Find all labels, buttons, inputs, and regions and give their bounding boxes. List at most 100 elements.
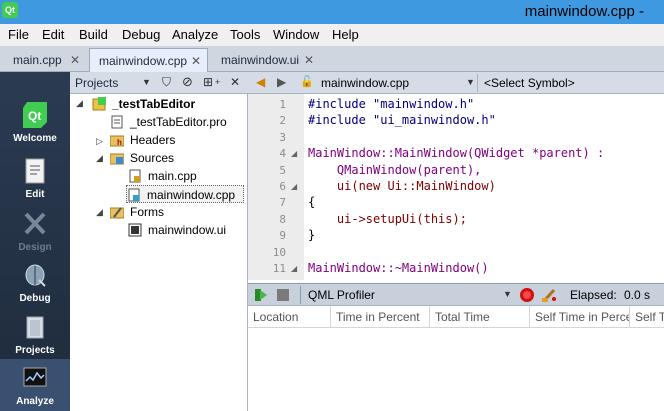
tab-mainwindow-cpp[interactable]: mainwindow.cpp ✕ (89, 48, 208, 72)
mode-analyze[interactable]: Analyze (0, 359, 70, 411)
mode-projects[interactable]: Projects (0, 308, 70, 360)
forward-arrow-icon[interactable]: ▶ (277, 75, 286, 89)
lock-icon: 🔓 (300, 76, 314, 88)
expand-arrow-icon[interactable]: ◢ (96, 153, 103, 164)
design-tools-icon (24, 212, 46, 235)
profiler-table-header: Location Time in Percent Total Time Self… (248, 306, 664, 328)
chevron-down-icon[interactable]: ▼ (466, 77, 475, 87)
tree-item-main-cpp[interactable]: main.cpp (128, 167, 243, 185)
line-number: 5 (279, 163, 286, 177)
tree-label: Sources (130, 151, 175, 165)
column-header-self-time[interactable]: Self T (630, 306, 664, 328)
tree-label: Headers (130, 133, 176, 147)
project-icon (92, 97, 106, 111)
line-number: 6 (279, 180, 286, 193)
back-arrow-icon[interactable]: ◀ (256, 75, 265, 89)
menu-help[interactable]: Help (332, 27, 359, 42)
tree-label: _testTabEditor (112, 97, 196, 111)
code-line: ui(new Ui::MainWindow) (308, 179, 496, 193)
mode-label: Analyze (16, 396, 54, 407)
column-header-total-time[interactable]: Total Time (430, 306, 530, 328)
clear-icon[interactable] (541, 287, 557, 303)
split-icon[interactable]: ⊞ (203, 75, 213, 89)
column-header-location[interactable]: Location (248, 306, 331, 328)
expand-arrow-icon[interactable]: ◢ (96, 207, 103, 218)
tree-label: Forms (130, 205, 164, 219)
close-icon[interactable]: ✕ (70, 48, 80, 72)
symbol-selector[interactable]: <Select Symbol> (484, 76, 575, 90)
mode-design: Design (0, 205, 70, 257)
line-number: 2 (279, 114, 286, 128)
tree-item-mainwindow-cpp[interactable]: mainwindow.cpp (126, 185, 244, 203)
fold-marker-icon[interactable]: ◢ (291, 182, 297, 191)
filter-icon[interactable]: ⛉ (162, 75, 171, 90)
line-number: 10 (272, 245, 286, 259)
line-number: 4 (279, 147, 286, 161)
line-number: 8 (279, 212, 286, 226)
fold-marker-icon[interactable]: ◢ (291, 264, 297, 273)
elapsed-label: Elapsed: (570, 288, 617, 302)
expand-arrow-icon[interactable]: ◢ (76, 98, 83, 109)
mode-label: Design (18, 242, 52, 253)
tree-item-project[interactable]: _testTabEditor (92, 95, 242, 113)
tree-item-mainwindow-ui[interactable]: mainwindow.ui (128, 221, 243, 239)
title-bar: Qt mainwindow.cpp - (0, 0, 664, 24)
chevron-down-icon[interactable]: ▼ (503, 289, 512, 299)
projects-view-selector[interactable]: Projects (75, 76, 118, 90)
code-line: MainWindow::~MainWindow() (308, 261, 489, 275)
tab-mainwindow-ui[interactable]: mainwindow.ui ✕ (212, 48, 320, 72)
qt-logo-icon: Qt (23, 102, 47, 128)
menu-edit[interactable]: Edit (42, 27, 64, 42)
current-file-selector[interactable]: mainwindow.cpp (321, 76, 409, 90)
code-line: ui->setupUi(this); (308, 211, 467, 226)
divider (477, 74, 478, 92)
document-icon (25, 158, 45, 184)
mode-debug[interactable]: Debug (0, 256, 70, 308)
stop-icon[interactable] (276, 288, 290, 302)
tab-label: main.cpp (13, 53, 62, 67)
file-tab-bar: main.cpp ✕ mainwindow.cpp ✕ mainwindow.u… (0, 46, 664, 72)
elapsed-value: 0.0 s (624, 288, 651, 302)
record-icon[interactable] (519, 287, 535, 303)
code-line: } (308, 228, 316, 243)
collapsed-arrow-icon[interactable]: ▷ (96, 136, 103, 147)
profiler-toolbar: QML Profiler ▼ Elapsed: 0.0 s (248, 283, 664, 306)
start-icon[interactable] (254, 288, 268, 302)
tree-item-pro-file[interactable]: _testTabEditor.pro (110, 113, 245, 131)
tree-label: mainwindow.ui (148, 223, 227, 237)
bug-icon (25, 264, 46, 287)
menu-file[interactable]: File (8, 27, 29, 42)
tree-label: main.cpp (148, 169, 197, 183)
menu-build[interactable]: Build (79, 27, 108, 42)
code-line: QMainWindow(parent), (308, 162, 482, 177)
profiler-title[interactable]: QML Profiler (308, 288, 375, 302)
chevron-down-icon[interactable]: ▼ (142, 77, 151, 87)
tree-label: mainwindow.cpp (147, 188, 236, 202)
column-header-self-time-in-percent[interactable]: Self Time in Perce (530, 306, 630, 328)
svg-text:Qt: Qt (28, 109, 41, 123)
split-more-icon[interactable]: + (215, 77, 220, 87)
window-title: mainwindow.cpp - (524, 3, 644, 20)
tab-main-cpp[interactable]: main.cpp ✕ (4, 48, 86, 72)
menu-debug[interactable]: Debug (122, 27, 160, 42)
column-header-time-in-percent[interactable]: Time in Percent (331, 306, 430, 328)
close-icon[interactable]: ✕ (191, 49, 201, 73)
mode-edit[interactable]: Edit (0, 152, 70, 204)
link-icon[interactable]: ⊘ (182, 74, 193, 90)
tree-item-forms[interactable]: Forms (110, 203, 240, 221)
mode-label: Projects (15, 345, 55, 356)
tree-item-headers[interactable]: h Headers (110, 131, 240, 149)
profiler-table-body (248, 328, 664, 411)
menu-analyze[interactable]: Analyze (172, 27, 218, 42)
code-editor[interactable]: 1 2 3 4 ◢ 5 6 ◢ 7 8 9 10 11 ◢ #include "mainwindow.h"… (248, 94, 664, 280)
fold-marker-icon[interactable]: ◢ (291, 149, 297, 158)
line-number: 1 (279, 98, 286, 111)
tree-item-sources[interactable]: Sources (110, 149, 240, 167)
mode-welcome[interactable]: Qt Welcome (0, 96, 70, 148)
menu-window[interactable]: Window (273, 27, 319, 42)
close-icon[interactable]: ✕ (230, 75, 240, 89)
close-icon[interactable]: ✕ (304, 48, 314, 72)
mode-label: Welcome (13, 133, 57, 144)
menu-tools[interactable]: Tools (230, 27, 260, 42)
line-number: 7 (279, 196, 286, 210)
